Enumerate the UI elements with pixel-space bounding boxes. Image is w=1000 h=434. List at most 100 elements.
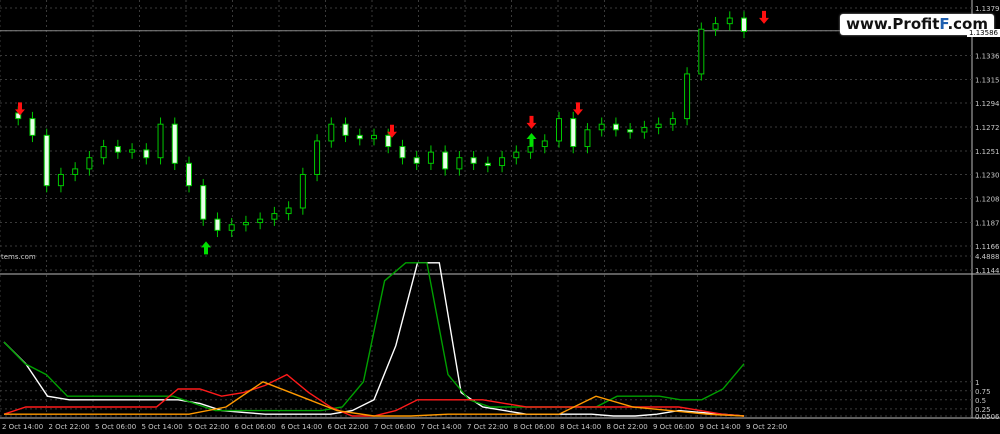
price-tick-label: 1.12725 [975,124,1000,132]
candle-body [413,157,420,164]
candle-body [86,157,93,170]
price-tick-label: 1.12300 [975,171,1000,179]
candle-body [598,123,605,131]
sell-arrow-icon [573,102,583,116]
chart-axes: 1.13790 1.13586 1.13365 1.13150 1.12940 1.127… [2,5,1000,431]
candle-body [257,218,264,224]
candle-body [299,173,306,209]
indicator-tick-label: 1 [975,379,979,387]
time-tick-label: 6 Oct 14:00 [281,423,322,431]
buy-arrow-icon [201,241,211,255]
candle-body [314,140,321,175]
candle-body [342,123,349,136]
candle-body [385,134,392,148]
time-tick-label: 7 Oct 14:00 [421,423,462,431]
candle-body [499,157,506,167]
candle-body [143,149,150,159]
candle-body [399,146,406,159]
indicator-tick-label: 0.5 [975,397,986,405]
candle-body [556,118,562,142]
candle-body [157,123,164,159]
candle-body [356,134,363,140]
candle-body [72,168,79,175]
candle-body [228,224,235,231]
indicator-series-white [3,262,745,417]
candle-body [712,23,719,30]
price-tick-label: 1.11445 [975,267,1000,275]
candle-body [285,207,292,215]
price-tick-label: 1.11660 [975,243,1000,251]
candle-body [655,123,662,129]
current-price-label: 1.13586 [967,29,1000,37]
indicator-tick-label: 0.05066 [975,413,1000,421]
sell-arrow-icon [759,10,769,24]
chart-canvas: 1.13790 1.13586 1.13365 1.13150 1.12940 1.127… [0,0,1000,431]
candle-body [129,149,136,153]
time-tick-label: 5 Oct 22:00 [188,423,229,431]
candle-body [371,134,377,140]
price-tick-label: 1.12940 [975,100,1000,108]
candle-body [214,218,221,231]
candle-body [171,123,178,164]
time-tick-label: 6 Oct 22:00 [328,423,369,431]
signal-arrows [15,10,769,255]
time-tick-label: 6 Oct 06:00 [235,423,276,431]
indicator-tick-label: 0.75 [975,388,991,396]
price-tick-label: 1.12085 [975,195,1000,203]
candle-body [484,162,491,167]
candle-body [43,134,50,187]
candle-body [114,146,121,153]
candle-body [527,146,534,153]
price-candles [15,11,747,238]
candle-body [698,28,705,75]
candle-body [684,73,691,120]
candle-body [456,157,463,170]
candle-body [271,213,278,220]
candle-body [242,222,249,226]
candle-body [29,118,36,136]
time-tick-label: 2 Oct 22:00 [49,423,90,431]
candle-body [328,123,335,142]
price-tick-label: 1.11870 [975,220,1000,228]
candle-body [427,151,434,164]
candle-body [741,17,747,32]
indicator-series-red [3,373,745,417]
time-tick-label: 2 Oct 14:00 [2,423,43,431]
candle-body [57,173,64,187]
buy-arrow-icon [526,132,537,146]
candle-body [470,157,477,164]
time-tick-label: 9 Oct 14:00 [700,423,741,431]
candle-body [186,162,192,187]
candle-body [200,185,207,220]
price-tick-label: 1.13790 [975,5,1000,13]
time-tick-label: 8 Oct 22:00 [607,423,648,431]
candle-body [627,129,634,133]
price-tick-label: 1.13150 [975,77,1000,85]
candle-body [612,123,619,131]
time-tick-label: 9 Oct 06:00 [653,423,694,431]
time-tick-label: 5 Oct 06:00 [95,423,136,431]
time-tick-label: 7 Oct 06:00 [374,423,415,431]
time-tick-label: 9 Oct 22:00 [746,423,787,431]
time-tick-label: 8 Oct 06:00 [514,423,555,431]
candle-body [570,118,577,148]
candle-body [584,129,591,148]
watermark-prefix: www.Profit [846,15,940,33]
candle-body [726,17,733,25]
candle-body [513,151,520,159]
candle-body [641,127,648,133]
indicator-tick-label: 4.48889 [975,253,1000,261]
candle-body [541,140,548,148]
candle-body [442,151,449,170]
chart-grid [0,0,1000,419]
time-tick-label: 8 Oct 14:00 [560,423,601,431]
indicator-series-green [3,262,745,412]
candle-body [669,118,676,125]
price-tick-label: 1.12510 [975,148,1000,156]
indicator-lines [3,262,745,417]
indicator-label: tems.com [1,253,36,261]
time-tick-label: 7 Oct 22:00 [467,423,508,431]
price-tick-label: 1.13365 [975,52,1000,60]
candle-body [100,146,107,159]
time-tick-label: 5 Oct 14:00 [142,423,183,431]
